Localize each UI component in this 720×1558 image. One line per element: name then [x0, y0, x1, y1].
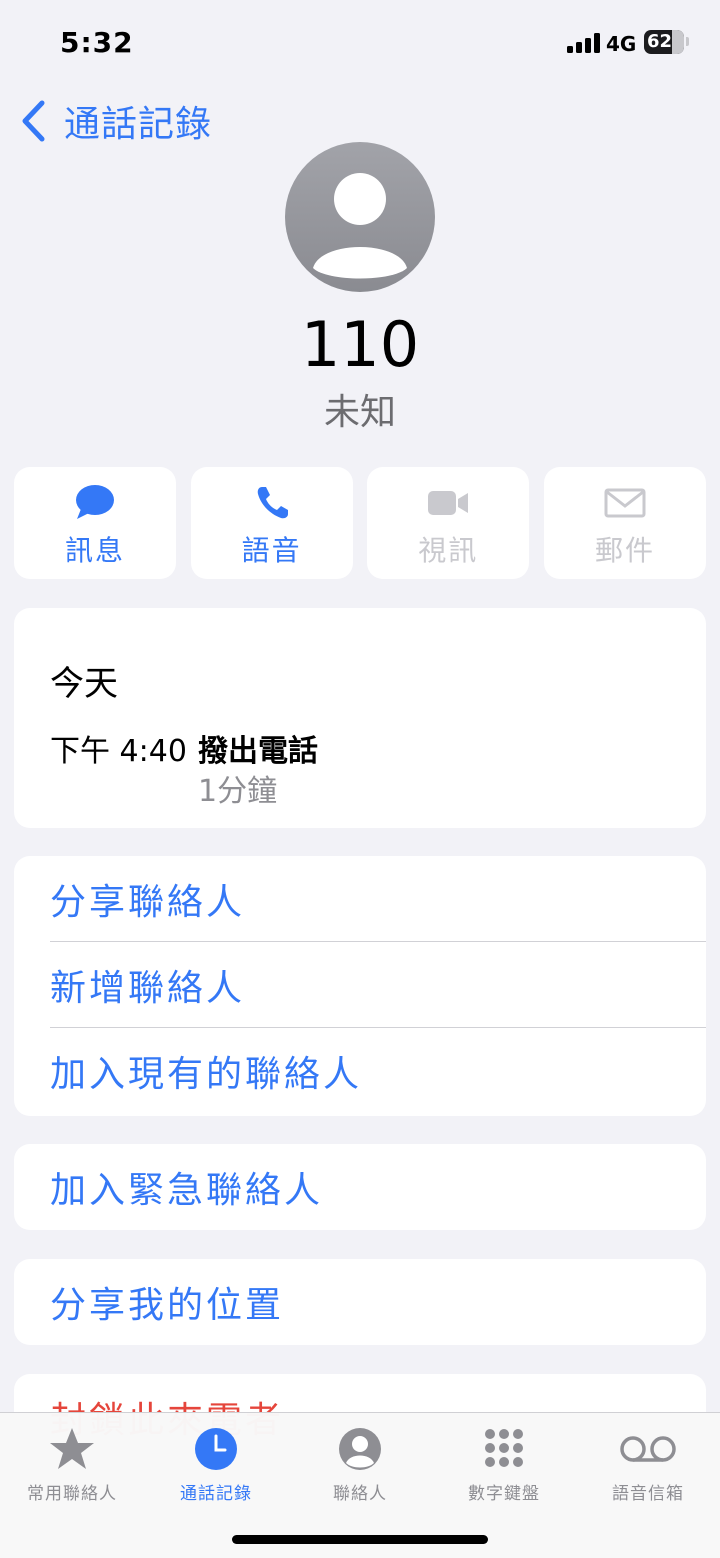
tab-favorites[interactable]: 常用聯絡人	[0, 1425, 144, 1504]
video-call-label: 視訊	[418, 534, 479, 567]
video-call-button[interactable]: 視訊	[367, 467, 530, 579]
status-time: 5:32	[60, 26, 134, 59]
voice-call-label: 語音	[241, 534, 302, 567]
tab-keypad-label: 數字鍵盤	[468, 1484, 540, 1504]
tab-keypad[interactable]: 數字鍵盤	[432, 1425, 576, 1504]
contact-name: 110	[300, 308, 420, 381]
tab-favorites-label: 常用聯絡人	[27, 1484, 117, 1504]
mail-label: 郵件	[594, 534, 655, 567]
add-to-existing-contact-button[interactable]: 加入現有的聯絡人	[14, 1028, 706, 1114]
add-emergency-contact-button[interactable]: 加入緊急聯絡人	[14, 1144, 706, 1230]
clock-icon	[195, 1428, 237, 1470]
status-bar: 5:32 4G 62	[0, 0, 720, 84]
share-contact-button[interactable]: 分享聯絡人	[14, 856, 706, 942]
new-contact-button[interactable]: 新增聯絡人	[14, 942, 706, 1028]
envelope-icon	[604, 488, 646, 518]
contact-subtitle: 未知	[323, 392, 396, 433]
video-camera-icon	[428, 491, 469, 515]
quick-actions: 訊息 語音 視訊 郵件	[14, 467, 706, 579]
battery-level: 62	[647, 31, 673, 52]
phone-icon	[257, 487, 288, 519]
network-type: 4G	[606, 32, 637, 56]
keypad-icon	[485, 1429, 523, 1467]
call-history-card: 今天 下午 4:40 撥出電話 1分鐘	[14, 608, 706, 828]
history-duration: 1分鐘	[198, 774, 278, 809]
person-silhouette-icon	[313, 173, 407, 279]
history-time: 下午 4:40	[50, 734, 187, 769]
voicemail-icon	[620, 1436, 676, 1462]
message-bubble-icon	[76, 485, 114, 519]
mail-button[interactable]: 郵件	[543, 467, 706, 579]
star-icon	[50, 1428, 94, 1469]
tab-contacts-label: 聯絡人	[333, 1484, 387, 1504]
share-location-button[interactable]: 分享我的位置	[14, 1259, 706, 1345]
battery-icon: 62	[644, 30, 684, 54]
avatar	[285, 142, 435, 292]
tab-recents-label: 通話記錄	[180, 1484, 252, 1504]
tab-recents[interactable]: 通話記錄	[144, 1425, 288, 1504]
back-button[interactable]: 通話記錄	[20, 96, 212, 146]
message-label: 訊息	[64, 534, 125, 567]
history-day: 今天	[50, 664, 118, 704]
signal-strength-icon	[567, 33, 600, 53]
tab-contacts[interactable]: 聯絡人	[288, 1425, 432, 1504]
tab-voicemail-label: 語音信箱	[612, 1484, 684, 1504]
chevron-left-icon	[22, 100, 45, 142]
contact-options-list: 分享聯絡人 新增聯絡人 加入現有的聯絡人	[14, 856, 706, 1116]
tab-voicemail[interactable]: 語音信箱	[576, 1425, 720, 1504]
history-call-type: 撥出電話	[198, 734, 318, 769]
voice-call-button[interactable]: 語音	[190, 467, 353, 579]
emergency-contact-card: 加入緊急聯絡人	[14, 1144, 706, 1230]
battery-tip	[686, 37, 689, 46]
share-location-card: 分享我的位置	[14, 1259, 706, 1345]
message-button[interactable]: 訊息	[14, 467, 176, 579]
back-label: 通話記錄	[64, 104, 213, 145]
home-indicator[interactable]	[232, 1535, 488, 1544]
person-circle-icon	[339, 1428, 381, 1470]
